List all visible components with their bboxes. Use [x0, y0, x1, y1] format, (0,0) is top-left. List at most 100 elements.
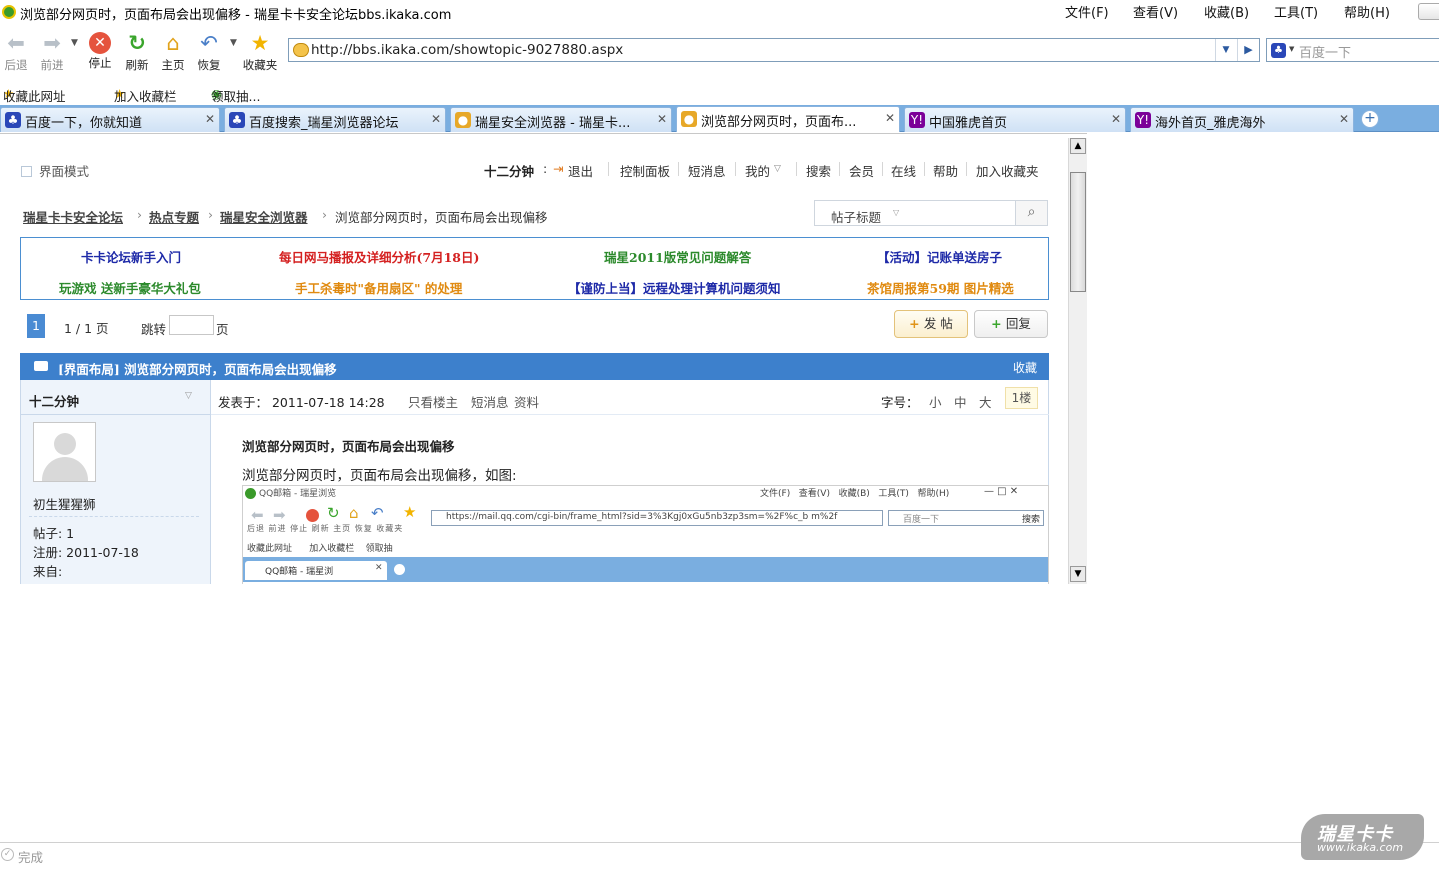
forward-dropdown-icon[interactable]: ▼: [71, 38, 78, 48]
page-current[interactable]: 1: [27, 314, 45, 338]
chevron-down-icon[interactable]: ▽: [185, 391, 192, 401]
tab-yahoo-overseas[interactable]: Y! 海外首页_雅虎海外 ✕: [1130, 107, 1354, 132]
chevron-down-icon[interactable]: ▽: [774, 164, 781, 174]
forum-search-box[interactable]: 帖子标题 ▽ ⌕: [814, 200, 1048, 226]
notice-link[interactable]: 玩游戏 送新手豪华大礼包: [59, 278, 201, 297]
search-box[interactable]: ♣ ▼ 百度一下: [1266, 38, 1439, 62]
back-arrow-icon: ⬅: [251, 506, 264, 524]
notice-link[interactable]: 茶馆周报第59期 图片精选: [867, 278, 1014, 297]
search-scope-select[interactable]: 帖子标题: [831, 207, 881, 226]
notice-link[interactable]: 【谨防上当】远程处理计算机问题须知: [568, 278, 781, 297]
close-icon[interactable]: ✕: [1339, 112, 1349, 126]
font-medium[interactable]: 中: [954, 392, 967, 411]
notice-link[interactable]: 瑞星2011版常见问题解答: [604, 247, 751, 266]
address-dropdown-icon[interactable]: ▼: [1215, 39, 1236, 61]
ikaka-watermark-logo: 瑞星卡卡 www.ikaka.com: [1301, 814, 1424, 860]
home-button[interactable]: ⌂ 主页: [153, 30, 193, 73]
new-tab-button[interactable]: +: [1361, 110, 1379, 128]
window-minimize-button[interactable]: [1418, 3, 1439, 20]
paw-icon: ♣: [229, 112, 245, 128]
status-text: 完成: [18, 850, 44, 865]
notice-link[interactable]: 每日网马播报及详细分析(7月18日): [279, 247, 479, 266]
notice-link[interactable]: 【活动】记账单送房子: [877, 247, 1002, 266]
reply-button[interactable]: + 回复: [974, 310, 1048, 338]
nav-control-panel[interactable]: 控制面板: [620, 161, 670, 180]
nav-online[interactable]: 在线: [891, 161, 916, 180]
breadcrumb-hot[interactable]: 热点专题: [149, 207, 199, 226]
scroll-thumb[interactable]: [1070, 172, 1086, 292]
window-title: 浏览部分网页时，页面布局会出现偏移 - 瑞星卡卡安全论坛bbs.ikaka.co…: [20, 8, 452, 23]
restore-dropdown-icon[interactable]: ▼: [230, 38, 237, 48]
author-name[interactable]: 十二分钟: [29, 391, 79, 410]
font-large[interactable]: 大: [979, 392, 992, 411]
page-jump-label: 跳转: [141, 322, 167, 337]
menu-help[interactable]: 帮助(H): [1344, 2, 1390, 21]
nav-search[interactable]: 搜索: [806, 161, 831, 180]
pm-link[interactable]: 短消息: [471, 392, 509, 411]
nav-mine[interactable]: 我的: [745, 161, 770, 180]
address-bar[interactable]: http://bbs.ikaka.com/showtopic-9027880.a…: [288, 38, 1260, 62]
scroll-up-icon[interactable]: ▲: [1070, 138, 1086, 154]
nav-members[interactable]: 会员: [849, 161, 874, 180]
menu-view[interactable]: 查看(V): [1133, 2, 1178, 21]
notice-link[interactable]: 手工杀毒时"备用扇区" 的处理: [295, 278, 462, 297]
close-icon[interactable]: ✕: [205, 112, 215, 126]
profile-link[interactable]: 资料: [514, 392, 539, 411]
tab-current-thread[interactable]: ● 浏览部分网页时，页面布... ✕: [676, 106, 900, 132]
close-icon[interactable]: ✕: [657, 112, 667, 126]
avatar[interactable]: [33, 422, 96, 482]
menu-tools[interactable]: 工具(T): [1274, 2, 1318, 21]
page-unit-label: 页: [216, 322, 229, 337]
plus-icon: [394, 564, 405, 575]
scroll-down-icon[interactable]: ▼: [1070, 566, 1086, 582]
page-jump-input[interactable]: [169, 315, 214, 335]
mode-label: 界面模式: [39, 164, 90, 179]
restore-button[interactable]: ↶ 恢复: [189, 30, 229, 73]
new-post-button[interactable]: + 发 帖: [894, 310, 968, 338]
close-icon[interactable]: ✕: [885, 111, 895, 125]
search-engine-dropdown-icon[interactable]: ▼: [1289, 45, 1294, 53]
notice-link[interactable]: 卡卡论坛新手入门: [81, 247, 181, 266]
logout-icon: ⇥: [553, 161, 564, 176]
page-viewport: 界面模式 十二分钟 : ⇥ 退出 控制面板 短消息 我的 ▽ 搜索 会员 在线 …: [0, 133, 1087, 584]
stop-button[interactable]: ✕ 停止: [80, 30, 120, 71]
star-icon: ★: [403, 503, 417, 521]
tab-rising-browser[interactable]: ● 瑞星安全浏览器 - 瑞星卡... ✕: [450, 107, 672, 132]
close-icon[interactable]: ✕: [1111, 112, 1121, 126]
close-icon[interactable]: ✕: [431, 112, 441, 126]
forward-button[interactable]: ➡ 前进: [32, 30, 72, 73]
search-input[interactable]: 百度一下: [1299, 42, 1351, 61]
mode-checkbox[interactable]: [21, 166, 32, 177]
home-icon: ⌂: [166, 31, 180, 55]
forward-arrow-icon: ➡: [273, 506, 286, 524]
breadcrumb-browser[interactable]: 瑞星安全浏览器: [220, 207, 308, 226]
font-small[interactable]: 小: [929, 392, 942, 411]
tab-baidu-search[interactable]: ♣ 百度搜索_瑞星浏览器论坛 ✕: [224, 107, 446, 132]
nav-messages[interactable]: 短消息: [688, 161, 726, 180]
tab-baidu[interactable]: ♣ 百度一下，你就知道 ✕: [0, 107, 220, 132]
go-arrow-icon[interactable]: ▶: [1237, 39, 1259, 61]
search-icon[interactable]: ⌕: [1015, 201, 1047, 225]
nav-add-favorite[interactable]: 加入收藏夹: [976, 161, 1039, 180]
nav-logout[interactable]: 退出: [568, 161, 593, 180]
refresh-icon: ↻: [327, 504, 340, 522]
menu-file[interactable]: 文件(F): [1065, 2, 1109, 21]
post-subject: 浏览部分网页时，页面布局会出现偏移: [242, 439, 455, 454]
favorite-link[interactable]: 收藏: [1013, 359, 1037, 376]
floor-badge[interactable]: 1楼: [1005, 387, 1038, 409]
embedded-address-bar: https://mail.qq.com/cgi-bin/frame_html?s…: [431, 510, 883, 526]
author-rank: 初生猩猩狮: [33, 497, 96, 512]
favorites-button[interactable]: ★ 收藏夹: [240, 30, 280, 73]
baidu-paw-icon[interactable]: ♣: [1271, 43, 1286, 58]
username[interactable]: 十二分钟: [484, 161, 534, 180]
nav-help[interactable]: 帮助: [933, 161, 958, 180]
tab-yahoo-china[interactable]: Y! 中国雅虎首页 ✕: [904, 107, 1126, 132]
only-op-link[interactable]: 只看楼主: [408, 392, 458, 411]
back-button[interactable]: ⬅ 后退: [0, 30, 36, 73]
vertical-scrollbar[interactable]: ▲ ▼: [1068, 138, 1087, 584]
breadcrumb-forum[interactable]: 瑞星卡卡安全论坛: [23, 207, 123, 226]
address-url[interactable]: http://bbs.ikaka.com/showtopic-9027880.a…: [311, 42, 623, 58]
refresh-button[interactable]: ↻ 刷新: [117, 30, 157, 73]
author-from: 来自:: [33, 564, 63, 579]
menu-favorites[interactable]: 收藏(B): [1204, 2, 1249, 21]
